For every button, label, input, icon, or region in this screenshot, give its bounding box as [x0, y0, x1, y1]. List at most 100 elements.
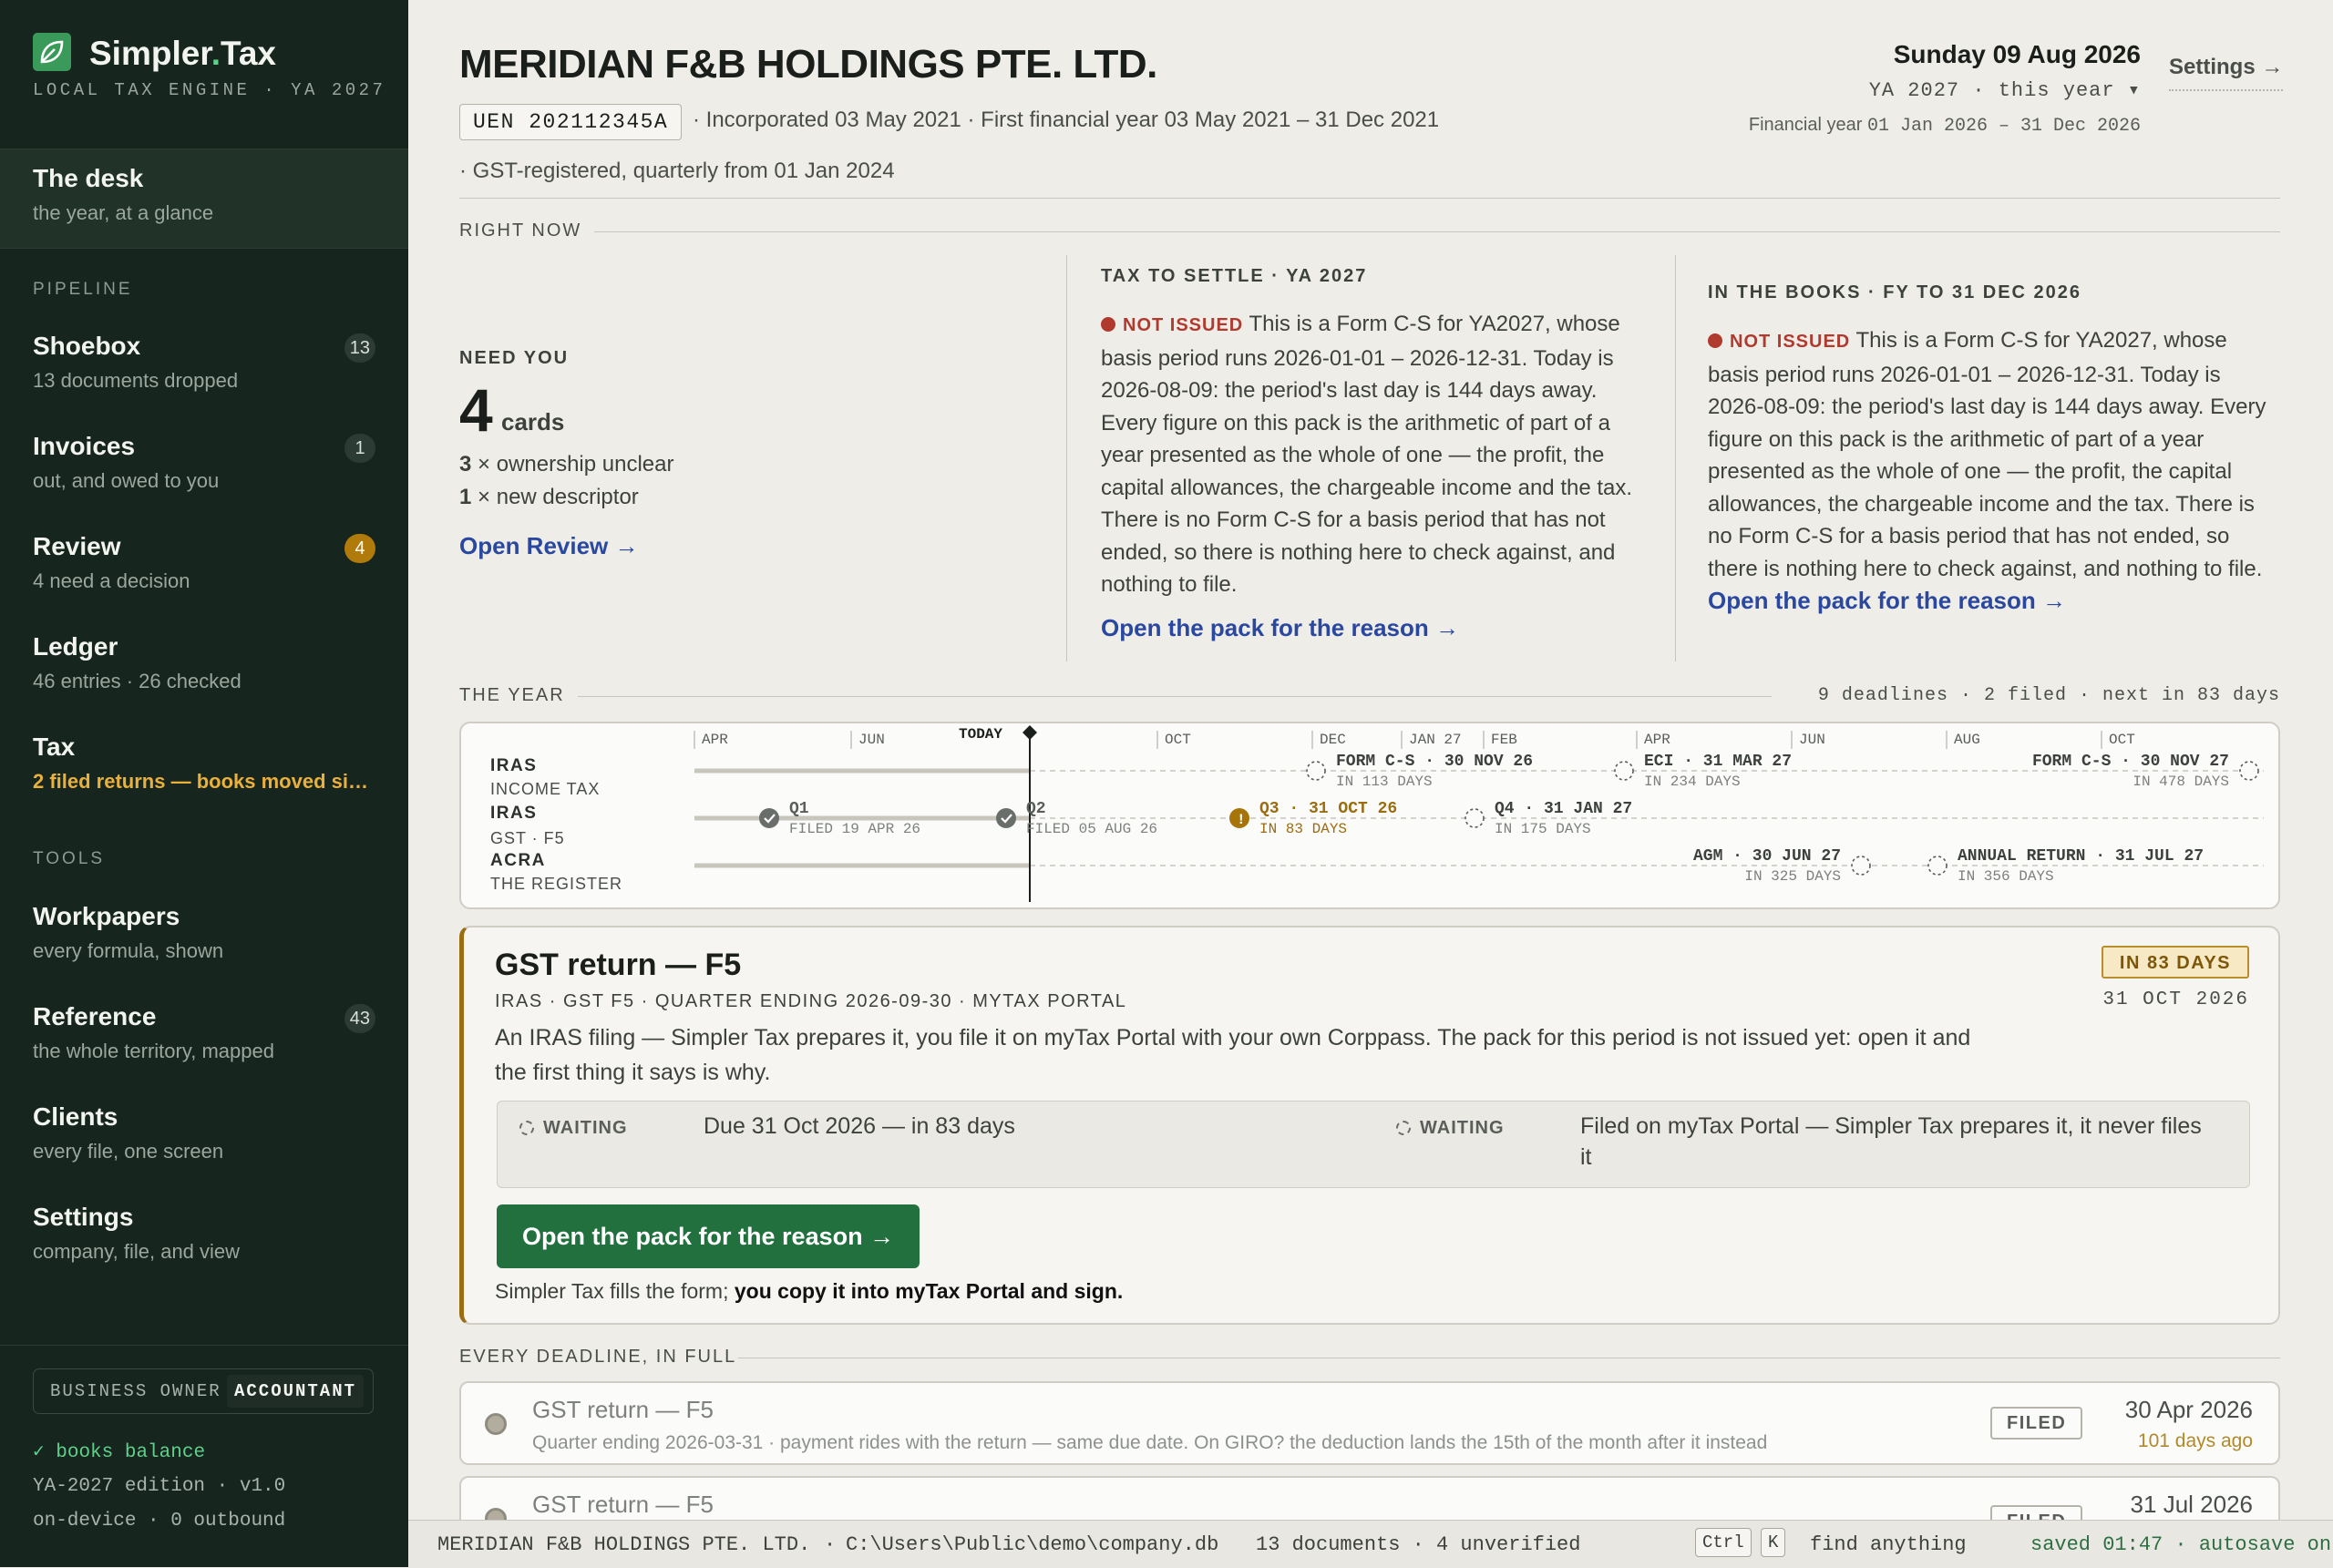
- status-bar: MERIDIAN F&B HOLDINGS PTE. LTD. · C:\Use…: [408, 1520, 2333, 1568]
- sidebar-item-review[interactable]: Review 4 need a decision 4: [33, 532, 375, 593]
- deadline-title: GST return — F5: [532, 1396, 714, 1423]
- card-title: GST return — F5: [495, 948, 742, 982]
- status-dot-icon: [1708, 333, 1722, 348]
- event-title: Q3 · 31 OCT 26: [1259, 800, 1397, 818]
- books-balance-status: ✓ books balance: [33, 1442, 206, 1463]
- status-dot-icon: [1101, 317, 1115, 332]
- open-pack-link[interactable]: Open the pack for the reason →: [1708, 587, 2066, 614]
- sidebar-item-label: Invoices: [33, 432, 136, 460]
- need-you-count: 4: [459, 376, 493, 444]
- brand-subtitle: LOCAL TAX ENGINE · YA 2027: [33, 80, 386, 100]
- month-label: JAN 27: [1409, 732, 1462, 748]
- event-note: IN 175 DAYS: [1495, 821, 1591, 837]
- sidebar-item-sub: 4 need a decision: [33, 569, 190, 592]
- sidebar-item-label: Review: [33, 532, 121, 560]
- due-date: 31 OCT 2026: [2102, 989, 2249, 1010]
- pending-circle-icon: [519, 1121, 534, 1135]
- open-pack-button[interactable]: Open the pack for the reason →: [497, 1204, 920, 1268]
- open-review-link[interactable]: Open Review →: [459, 532, 639, 560]
- role-business-owner[interactable]: BUSINESS OWNER: [50, 1375, 221, 1408]
- month-label: DEC: [1320, 732, 1346, 748]
- sidebar-item-invoices[interactable]: Invoices out, and owed to you 1: [33, 432, 375, 493]
- brand-name: Simpler.Tax: [89, 35, 276, 72]
- event-note: IN 234 DAYS: [1644, 774, 1741, 790]
- month-label: APR: [1644, 732, 1670, 748]
- open-pack-link[interactable]: Open the pack for the reason →: [1101, 614, 1459, 642]
- waiting-tag: WAITING: [519, 1118, 628, 1139]
- today-marker-icon: [1023, 725, 1037, 740]
- sidebar-item-sub: 2 filed returns — books moved since: [33, 770, 375, 793]
- count-badge: 4: [344, 534, 375, 563]
- today-date: Sunday 09 Aug 2026: [1893, 40, 2141, 68]
- divider: [594, 231, 2280, 232]
- sidebar-item-tax[interactable]: Tax 2 filed returns — books moved since: [33, 733, 375, 794]
- status-db-path: C:\Users\Public\demo\company.db: [846, 1533, 1219, 1556]
- sidebar-item-label: Settings: [33, 1203, 134, 1231]
- sidebar-item-clients[interactable]: Clients every file, one screen: [33, 1102, 375, 1163]
- status-badge: NOT ISSUED: [1730, 332, 1851, 352]
- section-label-the-year: THE YEAR: [459, 685, 565, 705]
- sidebar-item-the-desk[interactable]: The desk the year, at a glance: [33, 164, 375, 225]
- due-badge: IN 83 DAYS: [2101, 946, 2249, 979]
- event-title: Q2: [1026, 800, 1046, 818]
- autosave-status: saved 01:47 · autosave on: [2030, 1533, 2332, 1556]
- waiting-panel: WAITING Due 31 Oct 2026 — in 83 days WAI…: [497, 1101, 2250, 1188]
- sidebar-item-workpapers[interactable]: Workpapers every formula, shown: [33, 902, 375, 963]
- event-note: IN 325 DAYS: [1744, 868, 1841, 885]
- sidebar-item-sub: every formula, shown: [33, 939, 224, 962]
- settings-link[interactable]: Settings →: [2169, 55, 2284, 91]
- role-toggle: BUSINESS OWNER ACCOUNTANT: [33, 1368, 374, 1414]
- in-the-books-text: NOT ISSUED This is a Form C-S for YA2027…: [1708, 328, 2266, 614]
- card-subtitle: IRAS · GST F5 · QUARTER ENDING 2026-09-3…: [495, 991, 1127, 1011]
- deadline-date: 31 Jul 2026: [2130, 1491, 2253, 1518]
- event-note: FILED 19 APR 26: [789, 821, 920, 837]
- kbd-k: K: [1761, 1528, 1786, 1557]
- event-note: FILED 05 AUG 26: [1026, 821, 1157, 837]
- section-label-every-deadline: EVERY DEADLINE, IN FULL: [459, 1347, 737, 1367]
- status-badge: NOT ISSUED: [1123, 315, 1244, 335]
- month-label: FEB: [1491, 732, 1517, 748]
- sidebar-item-settings[interactable]: Settings company, file, and view: [33, 1203, 375, 1264]
- find-anything[interactable]: find anything: [1810, 1533, 1967, 1556]
- status-documents: 13 documents · 4 unverified: [1256, 1533, 1581, 1556]
- waiting-tag: WAITING: [1396, 1118, 1505, 1139]
- sidebar-item-label: Ledger: [33, 632, 118, 661]
- year-selector[interactable]: YA 2027 · this year ▾: [1869, 78, 2141, 102]
- reason-descriptor: 1 × new descriptor: [459, 485, 639, 509]
- sidebar-item-label: Shoebox: [33, 332, 141, 360]
- pending-circle-icon: [1614, 761, 1634, 781]
- divider: [0, 248, 408, 249]
- divider: [578, 696, 1772, 697]
- pending-circle-icon: [1306, 761, 1326, 781]
- sidebar-item-shoebox[interactable]: Shoebox 13 documents dropped 13: [33, 332, 375, 393]
- alert-mark: !: [1237, 812, 1246, 828]
- sidebar-item-ledger[interactable]: Ledger 46 entries · 26 checked: [33, 632, 375, 693]
- sidebar-item-sub: 13 documents dropped: [33, 369, 239, 392]
- card-footnote: Simpler Tax fills the form; you copy it …: [495, 1279, 1124, 1303]
- count-badge: 1: [344, 434, 375, 463]
- month-label: OCT: [1165, 732, 1191, 748]
- gst-registration-meta: · GST-registered, quarterly from 01 Jan …: [459, 159, 895, 183]
- filed-dot-icon: [485, 1413, 507, 1435]
- financial-year: Financial year 01 Jan 2026 – 31 Dec 2026: [1748, 115, 2141, 137]
- divider: [1066, 255, 1067, 661]
- event-title: ANNUAL RETURN · 31 JUL 27: [1958, 847, 2204, 866]
- deadline-subtitle: Quarter ending 2026-03-31 · payment ride…: [532, 1432, 1768, 1453]
- month-label: AUG: [1954, 732, 1980, 748]
- event-title: FORM C-S · 30 NOV 27: [2032, 753, 2229, 771]
- event-note: IN 478 DAYS: [2133, 774, 2229, 790]
- count-badge: 43: [344, 1004, 375, 1033]
- status-company: MERIDIAN F&B HOLDINGS PTE. LTD.: [437, 1533, 811, 1556]
- role-accountant[interactable]: ACCOUNTANT: [227, 1375, 364, 1408]
- incorporation-meta: · Incorporated 03 May 2021 · First finan…: [693, 108, 1440, 132]
- timeline-chart: APR JUN OCT DEC JAN 27 FEB APR JUN AUG OCT TODAY FO…: [694, 725, 2264, 902]
- sidebar-item-reference[interactable]: Reference the whole territory, mapped 43: [33, 1002, 375, 1063]
- sidebar-item-sub: the whole territory, mapped: [33, 1040, 274, 1062]
- network-status: on-device · 0 outbound: [33, 1511, 286, 1532]
- month-label: JUN: [858, 732, 885, 748]
- deadline-row[interactable]: GST return — F5 Quarter ending 2026-03-3…: [459, 1381, 2280, 1465]
- event-note: IN 113 DAYS: [1336, 774, 1433, 790]
- event-title: FORM C-S · 30 NOV 26: [1336, 753, 1533, 771]
- waiting-text: Filed on myTax Portal — Simpler Tax prep…: [1580, 1113, 2202, 1170]
- event-title: ECI · 31 MAR 27: [1644, 753, 1792, 771]
